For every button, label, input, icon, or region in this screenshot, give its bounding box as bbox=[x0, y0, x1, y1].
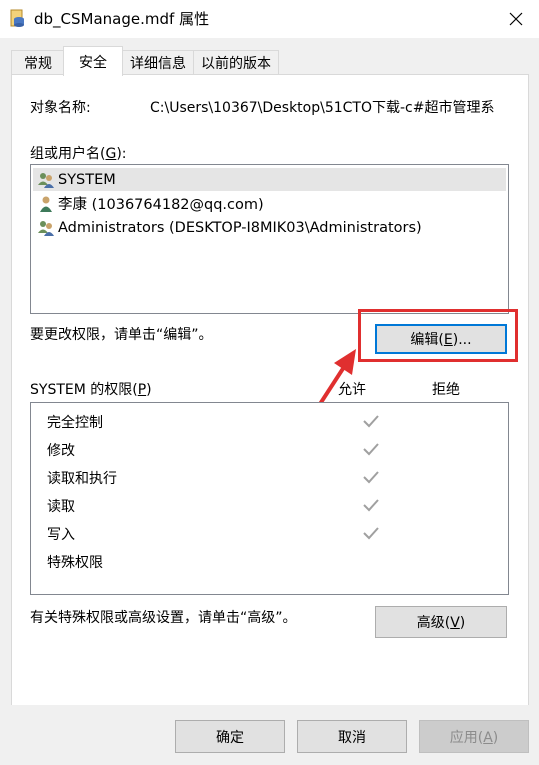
object-name-label: 对象名称: bbox=[30, 100, 91, 116]
cancel-button[interactable]: 取消 bbox=[297, 720, 407, 753]
permissions-list: 完全控制 修改 读取和执行 读取 写入 特殊权限 bbox=[30, 402, 509, 595]
highlight-annotation bbox=[358, 309, 518, 362]
window-title: db_CSManage.mdf 属性 bbox=[34, 10, 210, 28]
check-icon bbox=[363, 499, 379, 512]
permission-name: 写入 bbox=[47, 527, 75, 543]
users-listbox[interactable]: SYSTEM 李康 (1036764182@qq.com) Administra… bbox=[30, 164, 509, 314]
check-icon bbox=[363, 443, 379, 456]
permission-row: 读取 bbox=[47, 494, 487, 518]
list-item[interactable]: SYSTEM bbox=[33, 168, 506, 191]
user-icon bbox=[40, 196, 52, 212]
tab-previous-versions[interactable]: 以前的版本 bbox=[193, 50, 279, 75]
check-icon bbox=[363, 471, 379, 484]
permission-row: 写入 bbox=[47, 522, 487, 546]
permission-row: 完全控制 bbox=[47, 410, 487, 434]
allow-header: 允许 bbox=[338, 382, 366, 398]
permission-row: 特殊权限 bbox=[47, 550, 487, 574]
permission-name: 修改 bbox=[47, 443, 75, 459]
advanced-hint: 有关特殊权限或高级设置，请单击“高级”。 bbox=[30, 610, 297, 626]
ok-button-label: 确定 bbox=[216, 729, 244, 746]
permission-row: 修改 bbox=[47, 438, 487, 462]
change-hint: 要更改权限，请单击“编辑”。 bbox=[30, 327, 213, 343]
check-icon bbox=[363, 527, 379, 540]
title-bar: db_CSManage.mdf 属性 bbox=[0, 0, 539, 38]
deny-header: 拒绝 bbox=[432, 382, 460, 398]
apply-button[interactable]: 应用(A) bbox=[419, 720, 529, 753]
permission-name: 读取 bbox=[47, 499, 75, 515]
group-users-icon bbox=[38, 220, 54, 236]
database-file-icon bbox=[10, 9, 24, 27]
close-button[interactable] bbox=[493, 0, 539, 38]
group-label: 组或用户名(G): bbox=[30, 146, 127, 162]
tab-label: 以前的版本 bbox=[201, 56, 271, 72]
tab-label: 常规 bbox=[24, 56, 52, 72]
advanced-button-label: 高级(V) bbox=[416, 615, 466, 631]
user-name: SYSTEM bbox=[58, 171, 116, 188]
user-name: Administrators (DESKTOP-I8MIK03\Administ… bbox=[58, 219, 422, 236]
permission-row: 读取和执行 bbox=[47, 466, 487, 490]
tab-label: 安全 bbox=[79, 54, 107, 71]
tab-label: 详细信息 bbox=[130, 56, 186, 72]
close-icon bbox=[509, 12, 523, 26]
apply-button-label: 应用(A) bbox=[449, 729, 499, 746]
cancel-button-label: 取消 bbox=[338, 729, 366, 746]
permission-name: 特殊权限 bbox=[47, 555, 103, 571]
object-name-value: C:\Users\10367\Desktop\51CTO下载-c#超市管理系 bbox=[150, 100, 495, 116]
permission-name: 读取和执行 bbox=[47, 471, 117, 487]
perm-label: SYSTEM 的权限(P) bbox=[30, 382, 152, 398]
permission-name: 完全控制 bbox=[47, 415, 103, 431]
tab-details[interactable]: 详细信息 bbox=[121, 50, 195, 75]
list-item[interactable]: Administrators (DESKTOP-I8MIK03\Administ… bbox=[33, 216, 422, 239]
list-item[interactable]: 李康 (1036764182@qq.com) bbox=[33, 192, 264, 215]
ok-button[interactable]: 确定 bbox=[175, 720, 285, 753]
user-name: 李康 (1036764182@qq.com) bbox=[58, 197, 264, 213]
tab-general[interactable]: 常规 bbox=[11, 50, 65, 75]
advanced-button[interactable]: 高级(V) bbox=[375, 606, 507, 638]
group-users-icon bbox=[38, 172, 54, 188]
tab-security[interactable]: 安全 bbox=[63, 46, 123, 76]
check-icon bbox=[363, 415, 379, 428]
